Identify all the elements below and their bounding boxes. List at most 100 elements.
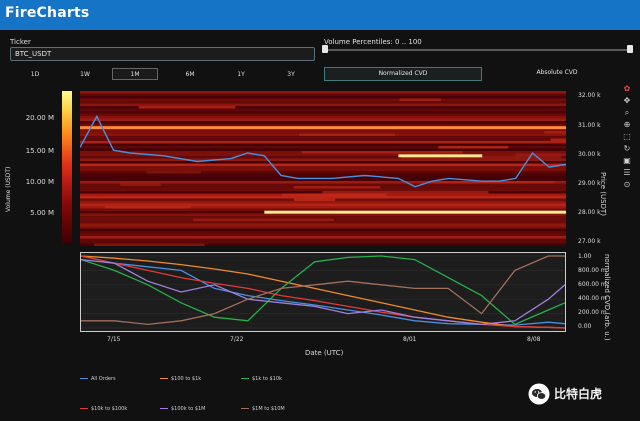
colorbar-tick: 10.00 M bbox=[25, 178, 54, 186]
heatmap-row bbox=[80, 131, 566, 134]
legend-swatch bbox=[241, 377, 249, 380]
heatmap-row bbox=[80, 216, 566, 219]
legend-label: $1M to $10M bbox=[252, 406, 285, 412]
legend-swatch bbox=[160, 377, 168, 380]
heatmap-row bbox=[80, 236, 566, 239]
wheel-zoom-icon[interactable]: ⊕ bbox=[621, 120, 633, 130]
heatmap-row bbox=[80, 91, 566, 94]
heatmap-level bbox=[80, 126, 566, 130]
heatmap-row bbox=[80, 116, 566, 119]
legend-item[interactable]: $1k to $10k bbox=[241, 376, 282, 382]
volume-percentiles-max-handle[interactable] bbox=[627, 45, 633, 53]
price-tick: 31.00 k bbox=[578, 122, 601, 129]
heatmap-cell bbox=[550, 138, 566, 141]
hover-icon[interactable]: ☰ bbox=[621, 168, 633, 178]
legend-label: $10k to $100k bbox=[91, 406, 128, 412]
save-icon[interactable]: ▣ bbox=[621, 156, 633, 166]
legend-item[interactable]: $1M to $10M bbox=[241, 406, 285, 412]
watermark: 比特白虎 bbox=[528, 381, 634, 409]
ticker-input[interactable]: BTC_USDT bbox=[10, 47, 315, 61]
heatmap-row bbox=[80, 138, 566, 141]
heatmap-row bbox=[80, 108, 566, 111]
heatmap-row bbox=[80, 121, 566, 124]
range-button-1w[interactable]: 1W bbox=[62, 68, 108, 80]
range-button-6m[interactable]: 6M bbox=[167, 68, 213, 80]
cvd-axis-label: normalized CVD (arb. u.) bbox=[603, 254, 611, 341]
range-button-3y[interactable]: 3Y bbox=[268, 68, 314, 80]
heatmap-row bbox=[80, 141, 566, 144]
price-tick: 30.00 k bbox=[578, 151, 601, 158]
legend-item[interactable]: $10k to $100k bbox=[80, 406, 127, 412]
x-axis-label: Date (UTC) bbox=[305, 349, 344, 357]
heatmap-row bbox=[80, 168, 566, 171]
heatmap-cell bbox=[544, 131, 566, 134]
colorbar-label: Volume (USDT) bbox=[5, 166, 12, 212]
legend-label: All Orders bbox=[91, 376, 116, 382]
box-zoom-icon[interactable]: ⬚ bbox=[621, 132, 633, 142]
heatmap-row bbox=[80, 233, 566, 236]
heatmap-row bbox=[80, 213, 566, 216]
volume-percentiles-track[interactable] bbox=[325, 49, 630, 51]
price-tick: 32.00 k bbox=[578, 92, 601, 99]
heatmap-cell bbox=[322, 191, 489, 194]
heatmap-row bbox=[80, 231, 566, 234]
heatmap-cell bbox=[301, 151, 463, 154]
heatmap-row bbox=[80, 173, 566, 176]
reset-icon[interactable]: ↻ bbox=[621, 144, 633, 154]
legend-swatch bbox=[80, 407, 88, 410]
range-button-1d[interactable]: 1D bbox=[12, 68, 58, 80]
zoom-icon[interactable]: ⌕ bbox=[621, 108, 633, 118]
legend-label: $100k to $1M bbox=[171, 406, 206, 412]
crosshair-icon[interactable]: ⊙ bbox=[621, 180, 633, 190]
price-tick: 29.00 k bbox=[578, 180, 601, 187]
heatmap-row bbox=[80, 96, 566, 99]
normalized-cvd-button[interactable]: Normalized CVD bbox=[324, 67, 482, 81]
legend-item[interactable]: $100k to $1M bbox=[160, 406, 206, 412]
heatmap-row bbox=[80, 208, 566, 211]
heatmap-row bbox=[80, 101, 566, 104]
price-tick: 28.00 k bbox=[578, 209, 601, 216]
heatmap-cell bbox=[293, 186, 381, 189]
legend-item[interactable]: All Orders bbox=[80, 376, 116, 382]
price-tick: 27.00 k bbox=[578, 238, 601, 245]
heatmap-row bbox=[80, 136, 566, 139]
heatmap-row bbox=[80, 111, 566, 114]
volume-colorbar bbox=[62, 91, 72, 244]
heatmap-cell bbox=[105, 206, 191, 209]
date-tick: 8/01 bbox=[403, 336, 417, 343]
range-button-1y[interactable]: 1Y bbox=[218, 68, 264, 80]
heatmap-row bbox=[80, 238, 566, 241]
cvd-tick: 1.00 bbox=[578, 253, 592, 260]
cvd-tick: 0.00 bbox=[578, 323, 592, 330]
heatmap-cell bbox=[293, 198, 336, 201]
cvd-chart[interactable] bbox=[80, 252, 566, 332]
wechat-logo-icon bbox=[528, 383, 550, 405]
heatmap-row bbox=[80, 201, 566, 204]
price-heatmap[interactable] bbox=[80, 91, 566, 246]
heatmap-cell bbox=[120, 183, 161, 186]
legend-item[interactable]: $100 to $1k bbox=[160, 376, 201, 382]
heatmap-cell bbox=[193, 218, 335, 221]
volume-percentiles-label: Volume Percentiles: 0 .. 100 bbox=[324, 38, 422, 46]
absolute-cvd-button[interactable]: Absolute CVD bbox=[484, 67, 630, 81]
heatmap-row bbox=[80, 163, 566, 166]
colorbar-tick: 5.00 M bbox=[30, 209, 54, 217]
legend-swatch bbox=[160, 407, 168, 410]
heatmap-cell bbox=[146, 171, 202, 174]
heatmap-row bbox=[80, 203, 566, 206]
date-tick: 8/08 bbox=[527, 336, 541, 343]
heatmap-row bbox=[80, 103, 566, 106]
heatmap-row bbox=[80, 241, 566, 244]
bokeh-logo-icon[interactable]: ✿ bbox=[621, 84, 633, 94]
cvd-series-line bbox=[81, 258, 565, 326]
heatmap-cell bbox=[438, 146, 509, 149]
app-window: FireCharts Ticker BTC_USDT Volume Percen… bbox=[0, 0, 640, 421]
heatmap-row bbox=[80, 98, 566, 101]
heatmap-row bbox=[80, 148, 566, 151]
heatmap-row bbox=[80, 223, 566, 226]
volume-percentiles-min-handle[interactable] bbox=[322, 45, 328, 53]
heatmap-row bbox=[80, 188, 566, 191]
pan-icon[interactable]: ✥ bbox=[621, 96, 633, 106]
range-button-1m[interactable]: 1M bbox=[112, 68, 158, 80]
heatmap-cell bbox=[282, 193, 387, 196]
